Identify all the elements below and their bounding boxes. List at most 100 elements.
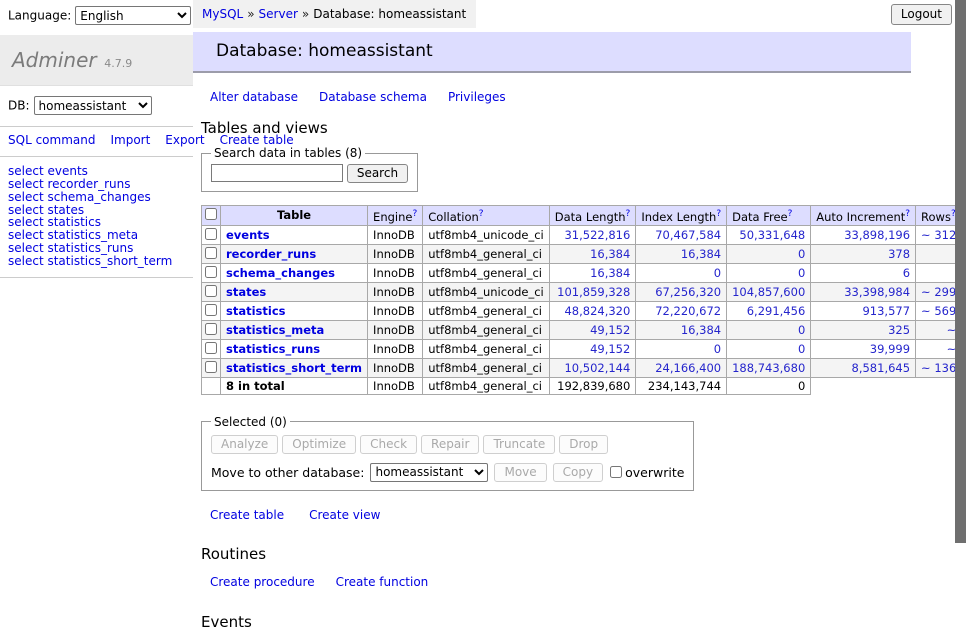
search-fieldset: Search data in tables (8) Search bbox=[201, 146, 418, 192]
index-length-cell: 70,467,584 bbox=[636, 225, 727, 244]
column-header-label: Engine bbox=[373, 210, 412, 224]
sidebar-item-select-table[interactable]: select statistics_short_term bbox=[8, 255, 185, 268]
db-label: DB: bbox=[8, 99, 30, 113]
auto-increment-cell: 378 bbox=[811, 244, 916, 263]
help-link[interactable]: ? bbox=[716, 209, 721, 219]
total-data-length-cell: 192,839,680 bbox=[549, 377, 636, 394]
database-action-link[interactable]: Privileges bbox=[448, 90, 506, 104]
row-checkbox[interactable] bbox=[205, 266, 217, 278]
language-row: Language:English bbox=[0, 0, 193, 30]
help-link[interactable]: ? bbox=[412, 209, 417, 219]
breadcrumb-link[interactable]: MySQL bbox=[202, 7, 243, 21]
index-length-cell: 72,220,672 bbox=[636, 301, 727, 320]
row-checkbox-cell bbox=[202, 358, 221, 377]
db-select[interactable]: homeassistant bbox=[34, 96, 152, 115]
search-button[interactable]: Search bbox=[347, 164, 408, 183]
sidebar-action-link[interactable]: Import bbox=[110, 133, 150, 147]
sidebar-action-link[interactable]: SQL command bbox=[8, 133, 95, 147]
column-header-label: Auto Increment bbox=[816, 210, 905, 224]
total-data-free-cell: 0 bbox=[727, 377, 811, 394]
table-name-cell: schema_changes bbox=[221, 263, 368, 282]
column-header: Data Length? bbox=[549, 206, 636, 226]
row-checkbox[interactable] bbox=[205, 323, 217, 335]
scrollbar-thumb[interactable] bbox=[955, 0, 966, 543]
breadcrumb-current: Database: homeassistant bbox=[313, 7, 466, 21]
tables-and-views-heading: Tables and views bbox=[201, 119, 911, 137]
help-link[interactable]: ? bbox=[788, 209, 793, 219]
help-link[interactable]: ? bbox=[479, 209, 484, 219]
routine-link[interactable]: Create function bbox=[336, 575, 429, 589]
search-input[interactable] bbox=[211, 164, 343, 182]
app-version: 4.7.9 bbox=[104, 57, 132, 70]
data-free-cell: 188,743,680 bbox=[727, 358, 811, 377]
total-label-cell: 8 in total bbox=[221, 377, 368, 394]
engine-cell: InnoDB bbox=[368, 301, 423, 320]
help-link[interactable]: ? bbox=[626, 209, 631, 219]
row-checkbox[interactable] bbox=[205, 361, 217, 373]
column-header: Index Length? bbox=[636, 206, 727, 226]
engine-cell: InnoDB bbox=[368, 339, 423, 358]
overwrite-checkbox[interactable] bbox=[610, 466, 622, 478]
data-length-cell: 16,384 bbox=[549, 263, 636, 282]
database-action-link[interactable]: Alter database bbox=[210, 90, 298, 104]
logout-button[interactable]: Logout bbox=[891, 4, 952, 25]
table-name-link[interactable]: schema_changes bbox=[226, 266, 335, 280]
create-link[interactable]: Create view bbox=[309, 508, 380, 522]
move-button[interactable]: Move bbox=[494, 463, 546, 482]
row-checkbox[interactable] bbox=[205, 342, 217, 354]
data-free-cell: 6,291,456 bbox=[727, 301, 811, 320]
select-all-checkbox[interactable] bbox=[205, 208, 217, 220]
copy-button[interactable]: Copy bbox=[553, 463, 603, 482]
help-link[interactable]: ? bbox=[905, 209, 910, 219]
routine-links: Create procedure Create function bbox=[210, 575, 911, 589]
row-checkbox[interactable] bbox=[205, 228, 217, 240]
index-length-cell: 16,384 bbox=[636, 244, 727, 263]
auto-increment-cell: 8,581,645 bbox=[811, 358, 916, 377]
column-header: Collation? bbox=[423, 206, 550, 226]
data-length-cell: 49,152 bbox=[549, 339, 636, 358]
sidebar: Language:English Adminer 4.7.9 DB: homeas… bbox=[0, 0, 193, 278]
table-operation-button[interactable]: Optimize bbox=[282, 435, 356, 454]
column-header: Auto Increment? bbox=[811, 206, 916, 226]
language-select[interactable]: English bbox=[75, 6, 191, 25]
column-header: Engine? bbox=[368, 206, 423, 226]
sidebar-item-select-table[interactable]: select recorder_runs bbox=[8, 178, 185, 191]
database-action-link[interactable]: Database schema bbox=[319, 90, 427, 104]
table-operation-button[interactable]: Repair bbox=[421, 435, 479, 454]
table-operation-button[interactable]: Drop bbox=[559, 435, 608, 454]
row-checkbox-cell bbox=[202, 339, 221, 358]
data-free-cell: 0 bbox=[727, 244, 811, 263]
sidebar-item-select-table[interactable]: select events bbox=[8, 165, 185, 178]
row-checkbox[interactable] bbox=[205, 304, 217, 316]
auto-increment-cell: 913,577 bbox=[811, 301, 916, 320]
row-checkbox[interactable] bbox=[205, 285, 217, 297]
create-link[interactable]: Create table bbox=[210, 508, 284, 522]
table-name-link[interactable]: states bbox=[226, 285, 266, 299]
app-title: Adminer 4.7.9 bbox=[0, 35, 193, 86]
table-name-link[interactable]: statistics bbox=[226, 304, 286, 318]
data-length-cell: 16,384 bbox=[549, 244, 636, 263]
breadcrumb-link[interactable]: Server bbox=[259, 7, 298, 21]
overwrite-option: overwrite bbox=[609, 465, 684, 480]
table-operation-button[interactable]: Check bbox=[360, 435, 417, 454]
page-title: Database: homeassistant bbox=[193, 32, 911, 73]
move-db-select[interactable]: homeassistant bbox=[370, 463, 488, 482]
routine-link[interactable]: Create procedure bbox=[210, 575, 315, 589]
vertical-scrollbar[interactable] bbox=[955, 0, 966, 543]
table-name-link[interactable]: recorder_runs bbox=[226, 247, 316, 261]
db-selector-row: DB: homeassistant bbox=[0, 86, 193, 126]
collation-cell: utf8mb4_general_ci bbox=[423, 263, 550, 282]
data-length-cell: 48,824,320 bbox=[549, 301, 636, 320]
table-name-link[interactable]: statistics_meta bbox=[226, 323, 324, 337]
row-checkbox[interactable] bbox=[205, 247, 217, 259]
select-all-header-cell bbox=[202, 206, 221, 226]
sidebar-item-select-table[interactable]: select schema_changes bbox=[8, 191, 185, 204]
table-row: statisticsInnoDButf8mb4_general_ci48,824… bbox=[202, 301, 966, 320]
table-operation-button[interactable]: Truncate bbox=[483, 435, 555, 454]
table-operation-button[interactable]: Analyze bbox=[211, 435, 278, 454]
routines-heading: Routines bbox=[201, 545, 911, 563]
auto-increment-cell: 33,898,196 bbox=[811, 225, 916, 244]
table-name-link[interactable]: statistics_runs bbox=[226, 342, 320, 356]
table-name-link[interactable]: statistics_short_term bbox=[226, 361, 362, 375]
table-name-link[interactable]: events bbox=[226, 228, 270, 242]
